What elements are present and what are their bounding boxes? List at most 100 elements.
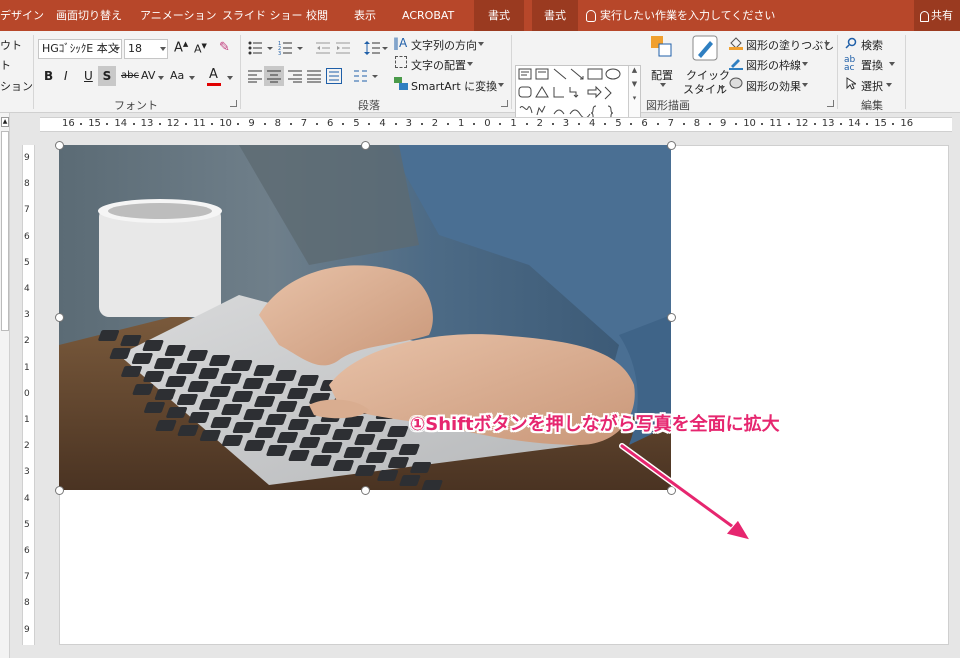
shape-effects-button[interactable]: 図形の効果 (746, 78, 801, 94)
share-button[interactable]: 共有 (914, 0, 960, 31)
tab-view[interactable]: 表示 (350, 0, 380, 31)
shape-fill-button[interactable]: 図形の塗りつぶし (746, 37, 834, 53)
shape-effects-icon[interactable] (729, 77, 743, 92)
shape-fill-dropdown-icon[interactable] (824, 42, 830, 46)
distributed-icon[interactable] (326, 68, 342, 87)
resize-handle-right[interactable] (667, 313, 676, 322)
quick-styles-dropdown-icon[interactable] (719, 86, 725, 90)
pen-icon[interactable] (729, 56, 743, 73)
shapes-gallery[interactable]: ▲ ▼ ▾ (515, 65, 641, 123)
tab-acrobat[interactable]: ACROBAT (398, 0, 458, 31)
grow-font-icon[interactable]: A▲ (174, 40, 188, 55)
strikethrough-button[interactable]: abc (121, 70, 139, 81)
ruler-minor-tick (289, 123, 292, 125)
gallery-more-icon[interactable]: ▾ (629, 94, 640, 102)
italic-button[interactable]: I (64, 69, 68, 83)
thumbnail-scrollbar-thumb[interactable] (1, 131, 9, 331)
select-dropdown-icon[interactable] (886, 83, 892, 87)
bold-button[interactable]: B (44, 69, 53, 83)
scroll-up-icon[interactable]: ▲ (1, 117, 9, 127)
cursor-icon[interactable] (846, 77, 858, 93)
case-dropdown-icon[interactable] (189, 76, 195, 80)
layout-button-cut[interactable]: ウト (0, 37, 22, 53)
resize-handle-top-left[interactable] (55, 141, 64, 150)
ruler-tick-label: 1 (510, 118, 517, 129)
find-button[interactable]: 検索 (861, 37, 883, 53)
ruler-tick-label: 8 (274, 118, 281, 129)
drawing-dialog-launcher-icon[interactable] (827, 100, 834, 107)
underline-button[interactable]: U (84, 69, 93, 83)
search-icon[interactable] (845, 37, 857, 52)
replace-icon[interactable]: ab ac (844, 56, 855, 73)
columns-icon[interactable] (354, 69, 382, 86)
vertical-ruler[interactable]: 9 8 7 6 5 4 3 2 1 0 1 2 3 4 5 6 7 8 9 (22, 145, 35, 645)
tab-review[interactable]: 校閲 (302, 0, 332, 31)
change-case-button[interactable]: Aa (170, 69, 184, 82)
font-color-dropdown-icon[interactable] (227, 76, 233, 80)
vruler-tick-label: 1 (24, 362, 30, 373)
ruler-minor-tick (263, 123, 266, 125)
text-shadow-button[interactable]: S (98, 66, 116, 86)
section-button-cut[interactable]: ション (0, 78, 33, 94)
tab-design[interactable]: デザイン (0, 0, 48, 31)
shape-outline-button[interactable]: 図形の枠線 (746, 57, 801, 73)
paint-bucket-icon[interactable] (729, 36, 743, 50)
tab-format-drawing[interactable]: 書式 (474, 0, 524, 31)
line-spacing-icon[interactable] (364, 40, 388, 59)
laptop-typing-photo[interactable] (59, 145, 671, 490)
numbering-icon[interactable]: 123 (278, 41, 306, 58)
arrange-icon[interactable] (650, 35, 674, 64)
resize-handle-bottom[interactable] (361, 486, 370, 495)
resize-handle-left[interactable] (55, 313, 64, 322)
gallery-up-icon[interactable]: ▲ (629, 66, 640, 74)
text-direction-button[interactable]: 文字列の方向 (411, 37, 477, 53)
smartart-button[interactable]: SmartArt に変換 (411, 78, 497, 94)
align-center-icon[interactable] (264, 66, 284, 86)
bullets-icon[interactable] (248, 41, 276, 58)
reset-button-cut[interactable]: ト (0, 57, 11, 73)
font-dialog-launcher-icon[interactable] (230, 100, 237, 107)
resize-handle-top-right[interactable] (667, 141, 676, 150)
quick-styles-icon[interactable] (692, 35, 720, 66)
smartart-dropdown-icon[interactable] (498, 83, 504, 87)
arrange-button[interactable]: 配置 (651, 67, 673, 83)
text-direction-icon[interactable]: ‖A (393, 36, 407, 50)
smartart-icon[interactable] (394, 77, 408, 94)
gallery-down-icon[interactable]: ▼ (629, 80, 640, 88)
shape-effects-dropdown-icon[interactable] (802, 83, 808, 87)
paragraph-dialog-launcher-icon[interactable] (501, 100, 508, 107)
increase-indent-icon[interactable] (336, 41, 350, 58)
thumbnail-pane-edge[interactable]: ▲ (0, 113, 10, 658)
horizontal-ruler[interactable]: 16 15 14 13 12 11 10 9 8 7 6 5 4 3 2 1 0 1 2 3 4 5 6 7 8 9 10 11 12 1… (40, 117, 952, 132)
ruler-tick-label: 11 (193, 118, 206, 129)
tell-me-box[interactable]: 実行したい作業を入力してください (586, 0, 775, 31)
select-button[interactable]: 選択 (861, 78, 883, 94)
align-right-icon[interactable] (288, 69, 302, 86)
font-name-dropdown-icon[interactable] (114, 47, 120, 51)
align-left-icon[interactable] (248, 69, 262, 86)
font-size-dropdown-icon[interactable] (160, 47, 166, 51)
decrease-indent-icon[interactable] (316, 41, 330, 58)
tab-animations[interactable]: アニメーション (136, 0, 221, 31)
text-direction-dropdown-icon[interactable] (478, 42, 484, 46)
arrange-dropdown-icon[interactable] (660, 83, 666, 87)
replace-dropdown-icon[interactable] (889, 62, 895, 66)
tab-transitions[interactable]: 画面切り替え (52, 0, 126, 31)
gallery-scroll[interactable]: ▲ ▼ ▾ (628, 66, 640, 122)
tab-slideshow[interactable]: スライド ショー (218, 0, 307, 31)
resize-handle-bottom-left[interactable] (55, 486, 64, 495)
tab-format-picture[interactable]: 書式 (532, 0, 578, 31)
resize-handle-top[interactable] (361, 141, 370, 150)
font-name-select[interactable]: HGｺﾞｼｯｸE 本文 (38, 39, 122, 59)
font-color-button[interactable]: A (209, 67, 218, 82)
spacing-dropdown-icon[interactable] (158, 76, 164, 80)
clear-format-icon[interactable]: ✎ (219, 40, 230, 55)
align-text-dropdown-icon[interactable] (467, 62, 473, 66)
shape-outline-dropdown-icon[interactable] (802, 62, 808, 66)
justify-icon[interactable] (307, 69, 321, 86)
align-text-icon[interactable] (395, 56, 407, 68)
shrink-font-icon[interactable]: A▼ (194, 42, 207, 56)
align-text-button[interactable]: 文字の配置 (411, 57, 466, 73)
replace-button[interactable]: 置換 (861, 57, 883, 73)
character-spacing-button[interactable]: AV (141, 69, 155, 82)
